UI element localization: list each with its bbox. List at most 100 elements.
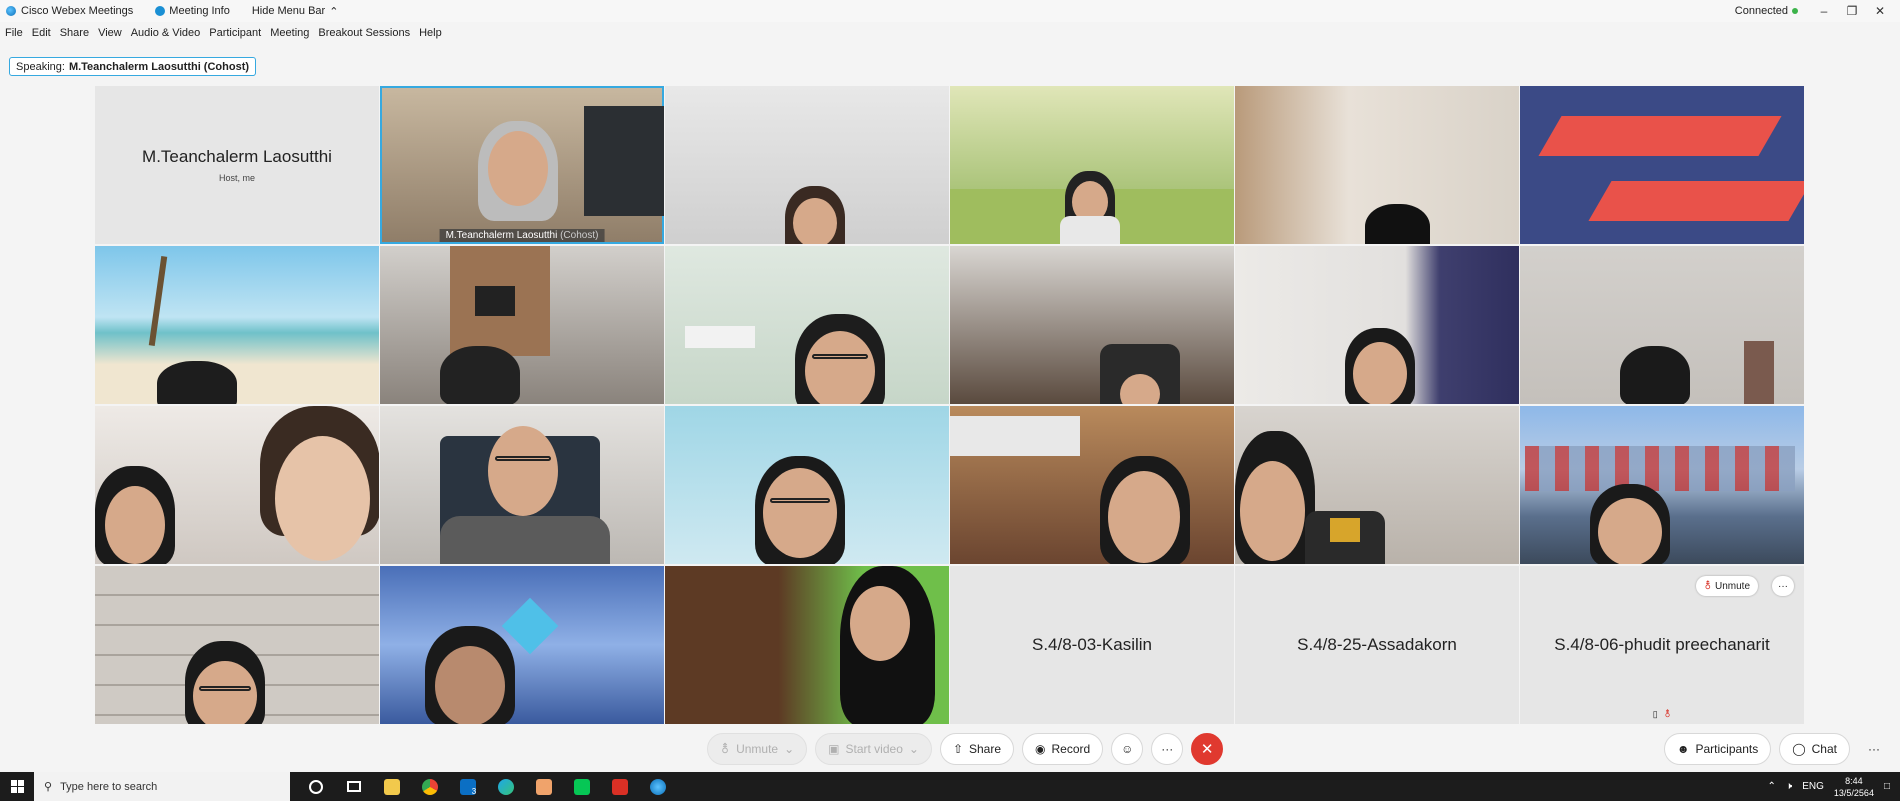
record-button[interactable]: ◉ Record <box>1022 733 1104 765</box>
app-icon[interactable] <box>526 772 562 801</box>
hide-menu-bar-button[interactable]: Hide Menu Bar ⌃ <box>252 5 339 18</box>
palm-tree <box>148 256 168 346</box>
close-icon[interactable]: ✕ <box>1868 4 1892 18</box>
unmute-participant-button[interactable]: ⚨ Unmute <box>1695 576 1758 596</box>
speaker-icon[interactable]: 🕨 <box>1786 781 1792 792</box>
start-video-button[interactable]: ▣ Start video ⌄ <box>815 733 932 765</box>
host-tile[interactable]: M.Teanchalerm Laosutthi Host, me <box>95 86 379 244</box>
share-button[interactable]: ⇧ Share <box>939 733 1015 765</box>
menu-participant[interactable]: Participant <box>209 27 261 39</box>
glasses <box>199 686 251 691</box>
nametag-name: M.Teanchalerm Laosutthi <box>445 230 558 241</box>
mail-icon[interactable]: 3 <box>450 772 486 801</box>
mic-icon: ⚨ <box>720 742 731 756</box>
speaking-prefix: Speaking: <box>16 60 65 73</box>
chat-button[interactable]: ◯ Chat <box>1779 733 1850 765</box>
speaking-name: M.Teanchalerm Laosutthi (Cohost) <box>68 60 250 73</box>
cortana-icon[interactable] <box>298 772 334 801</box>
tile-kasilin[interactable]: S.4/8-03-Kasilin <box>950 566 1234 724</box>
video-tile-19[interactable] <box>380 566 664 724</box>
taskbar-search[interactable]: ⚲ Type here to search <box>34 772 290 801</box>
video-tile-12[interactable] <box>95 406 379 564</box>
start-video-label: Start video <box>845 742 903 756</box>
participant-name: S.4/8-06-phudit preechanarit <box>1554 635 1770 654</box>
more-options-button[interactable]: ··· <box>1772 576 1794 596</box>
chevron-down-icon[interactable]: ⌄ <box>909 742 919 756</box>
video-tile-5[interactable] <box>1520 86 1804 244</box>
tile-assadakorn[interactable]: S.4/8-25-Assadakorn <box>1235 566 1519 724</box>
unmute-button[interactable]: ⚨ Unmute ⌄ <box>707 733 808 765</box>
close-icon: ✕ <box>1200 741 1214 758</box>
person-icon: ☻ <box>1676 742 1690 756</box>
reactions-button[interactable]: ☺ <box>1111 733 1144 765</box>
unmute-participant-label: Unmute <box>1714 580 1750 592</box>
chevron-up-icon[interactable]: ⌃ <box>1768 781 1776 792</box>
end-meeting-button[interactable]: ✕ <box>1191 733 1224 765</box>
participant-face <box>193 661 257 724</box>
restore-icon[interactable]: ❐ <box>1840 4 1864 18</box>
menu-audio-video[interactable]: Audio & Video <box>131 27 201 39</box>
video-tile-cohost[interactable]: M.Teanchalerm Laosutthi (Cohost) <box>380 86 664 244</box>
participant-face <box>488 426 558 516</box>
app-title: Cisco Webex Meetings <box>0 5 133 17</box>
participant-name: S.4/8-25-Assadakorn <box>1297 635 1457 654</box>
menu-file[interactable]: File <box>5 27 23 39</box>
video-tile-15[interactable] <box>950 406 1234 564</box>
minimize-icon[interactable]: – <box>1812 4 1836 18</box>
chrome-icon[interactable] <box>412 772 448 801</box>
video-tile-16[interactable] <box>1235 406 1519 564</box>
acrobat-icon[interactable] <box>602 772 638 801</box>
participant-face <box>1108 471 1180 563</box>
menu-breakout-sessions[interactable]: Breakout Sessions <box>318 27 410 39</box>
video-tile-6[interactable] <box>95 246 379 404</box>
more-icon: ··· <box>1778 580 1788 592</box>
task-view-icon[interactable] <box>336 772 372 801</box>
menu-view[interactable]: View <box>98 27 122 39</box>
video-tile-13[interactable] <box>380 406 664 564</box>
video-tile-17[interactable] <box>1520 406 1804 564</box>
participant-shirt <box>440 516 610 564</box>
connection-status: Connected <box>1734 5 1788 17</box>
more-controls-button[interactable]: ··· <box>1151 733 1184 765</box>
video-tile-2[interactable] <box>665 86 949 244</box>
input-language[interactable]: ENG <box>1802 781 1824 792</box>
edge-icon[interactable] <box>488 772 524 801</box>
menu-share[interactable]: Share <box>60 27 89 39</box>
menu-edit[interactable]: Edit <box>32 27 51 39</box>
meeting-info-button[interactable]: Meeting Info <box>155 5 230 17</box>
participant-shirt <box>1060 216 1120 244</box>
participant-face <box>488 131 548 206</box>
chevron-down-icon[interactable]: ⌄ <box>784 742 794 756</box>
panel-more-button[interactable]: ··· <box>1858 733 1890 765</box>
participant-status-icons: ▯ ⚨ <box>1653 709 1672 720</box>
video-tile-10[interactable] <box>1235 246 1519 404</box>
clock[interactable]: 8:44 13/5/2564 <box>1834 775 1874 799</box>
participant <box>440 346 520 404</box>
video-tile-8[interactable] <box>665 246 949 404</box>
menu-help[interactable]: Help <box>419 27 442 39</box>
chair-logo <box>1330 518 1360 542</box>
participant-face <box>805 331 875 404</box>
video-tile-7[interactable] <box>380 246 664 404</box>
file-explorer-icon[interactable] <box>374 772 410 801</box>
tile-phudit[interactable]: ⚨ Unmute ··· S.4/8-06-phudit preechanari… <box>1520 566 1804 724</box>
taskbar-apps: 3 <box>298 772 676 801</box>
video-tile-18[interactable] <box>95 566 379 724</box>
host-name: M.Teanchalerm Laosutthi <box>142 147 332 166</box>
start-button[interactable] <box>0 772 34 801</box>
line-icon[interactable] <box>564 772 600 801</box>
participant <box>1365 204 1430 244</box>
video-grid: M.Teanchalerm Laosutthi Host, me M.Teanc… <box>95 86 1805 726</box>
video-tile-20[interactable] <box>665 566 949 724</box>
menu-meeting[interactable]: Meeting <box>270 27 309 39</box>
participants-button[interactable]: ☻ Participants <box>1663 733 1772 765</box>
video-tile-3[interactable] <box>950 86 1234 244</box>
hide-menu-label: Hide Menu Bar <box>251 5 326 17</box>
air-conditioner <box>685 326 755 348</box>
video-tile-9[interactable] <box>950 246 1234 404</box>
webex-taskbar-icon[interactable] <box>640 772 676 801</box>
video-tile-14[interactable] <box>665 406 949 564</box>
video-tile-4[interactable] <box>1235 86 1519 244</box>
notification-icon[interactable]: □ <box>1884 781 1890 792</box>
video-tile-11[interactable] <box>1520 246 1804 404</box>
